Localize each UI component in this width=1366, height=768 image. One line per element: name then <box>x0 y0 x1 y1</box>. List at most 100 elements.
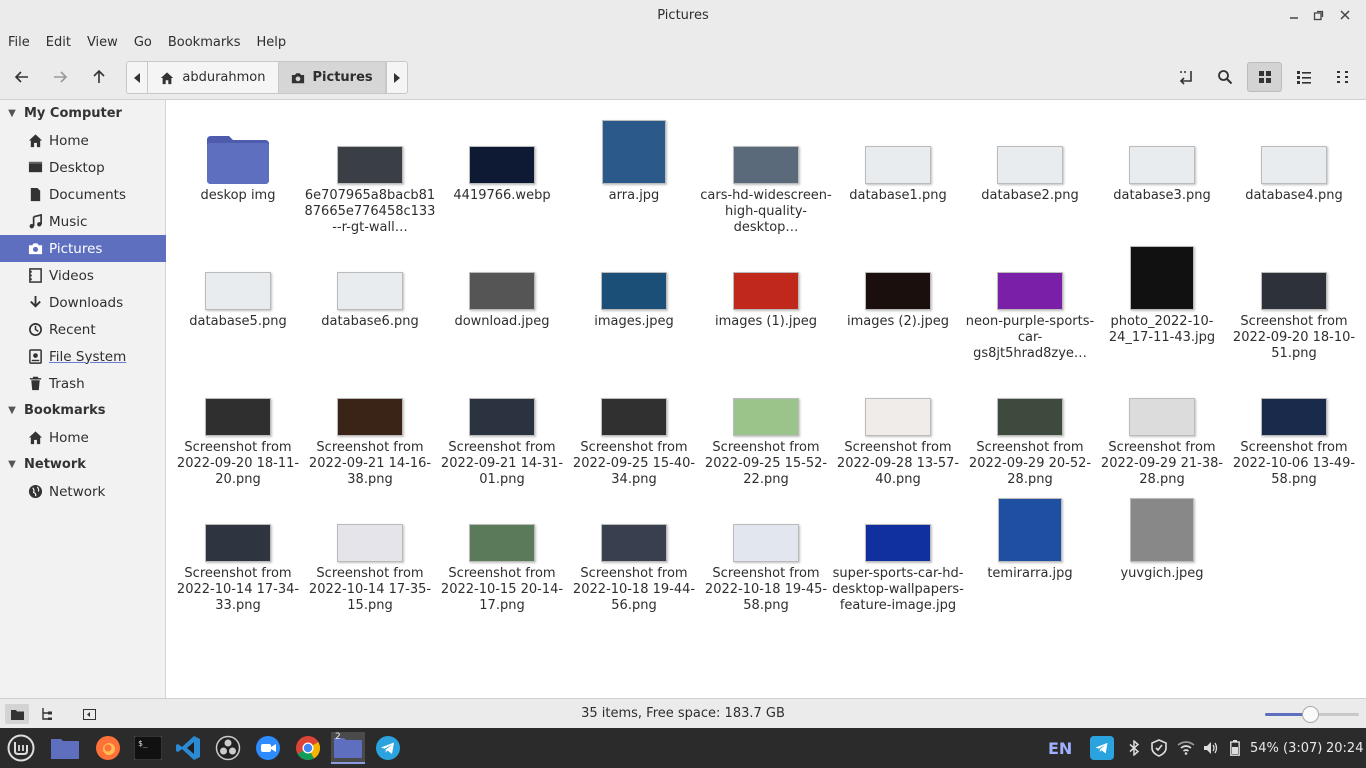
sidebar-item-label: Recent <box>49 321 96 338</box>
taskbar-vscode[interactable] <box>171 732 205 764</box>
file-item[interactable]: super-sports-car-hd-desktop-wallpapers-f… <box>832 482 964 614</box>
file-item[interactable]: images (2).jpeg <box>832 230 964 330</box>
zoom-slider[interactable] <box>1265 706 1359 723</box>
file-item[interactable]: Screenshot from 2022-10-18 19-45-58.png <box>700 482 832 614</box>
sidebar-section-my-computer[interactable]: ▼ My Computer <box>0 101 166 126</box>
file-item[interactable]: yuvgich.jpeg <box>1096 482 1228 582</box>
wifi-icon[interactable] <box>1177 728 1195 768</box>
file-item[interactable]: database5.png <box>172 230 304 330</box>
file-item[interactable]: Screenshot from 2022-09-28 13-57-40.png <box>832 356 964 488</box>
taskbar-obs[interactable] <box>211 732 245 764</box>
sidebar-item-home[interactable]: Home <box>0 127 166 154</box>
sidebar-item-trash[interactable]: Trash <box>0 370 166 397</box>
menu-help[interactable]: Help <box>248 35 294 50</box>
menu-view[interactable]: View <box>79 35 126 50</box>
file-item[interactable]: download.jpeg <box>436 230 568 330</box>
folder-item[interactable]: deskop img <box>172 104 304 204</box>
clock[interactable]: 20:24 <box>1326 728 1363 768</box>
keyboard-layout[interactable]: EN <box>1048 728 1072 768</box>
menu-button[interactable] <box>4 732 38 764</box>
folder-app-icon <box>51 739 79 759</box>
volume-icon[interactable] <box>1203 728 1219 768</box>
file-item[interactable]: 4419766.webp <box>436 104 568 204</box>
toggle-location-button[interactable] <box>1170 62 1202 92</box>
file-view[interactable]: deskop img 6e707965a8bacb8187665e776458c1… <box>167 100 1366 698</box>
image-thumbnail <box>1130 246 1194 310</box>
file-item[interactable]: Screenshot from 2022-09-21 14-31-01.png <box>436 356 568 488</box>
sidebar-item-documents[interactable]: Documents <box>0 181 166 208</box>
file-item[interactable]: Screenshot from 2022-10-06 13-49-58.png <box>1228 356 1360 488</box>
file-name: database3.png <box>1113 188 1211 203</box>
breadcrumb-current[interactable]: Pictures <box>278 62 386 93</box>
taskbar-telegram[interactable] <box>371 732 405 764</box>
taskbar-zoom[interactable] <box>251 732 285 764</box>
taskbar-files[interactable] <box>48 732 82 764</box>
menu-file[interactable]: File <box>0 35 38 50</box>
menu-go[interactable]: Go <box>126 35 160 50</box>
file-item[interactable]: cars-hd-widescreen-high-quality-desktop… <box>700 104 832 236</box>
taskbar-files-active[interactable]: 2 <box>331 732 365 764</box>
up-button[interactable] <box>83 62 115 92</box>
maximize-button[interactable] <box>1303 0 1333 30</box>
file-item[interactable]: Screenshot from 2022-09-29 20-52-28.png <box>964 356 1096 488</box>
file-item[interactable]: Screenshot from 2022-10-18 19-44-56.png <box>568 482 700 614</box>
sidebar-item-videos[interactable]: Videos <box>0 262 166 289</box>
menu-edit[interactable]: Edit <box>38 35 79 50</box>
file-item[interactable]: arra.jpg <box>568 104 700 204</box>
file-item[interactable]: Screenshot from 2022-10-14 17-35-15.png <box>304 482 436 614</box>
file-item[interactable]: images (1).jpeg <box>700 230 832 330</box>
sidebar-item-desktop[interactable]: Desktop <box>0 154 166 181</box>
taskbar-firefox[interactable] <box>91 732 125 764</box>
sidebar-item-bookmark-home[interactable]: Home <box>0 424 166 451</box>
compact-view-button[interactable] <box>1327 62 1359 92</box>
file-item[interactable]: database1.png <box>832 104 964 204</box>
sidebar-item-pictures[interactable]: Pictures <box>0 235 166 262</box>
sidebar-item-music[interactable]: Music <box>0 208 166 235</box>
file-item[interactable]: images.jpeg <box>568 230 700 330</box>
file-item[interactable]: 6e707965a8bacb8187665e776458c133--r-gt-w… <box>304 104 436 236</box>
zoom-slider-handle[interactable] <box>1302 706 1320 723</box>
file-item[interactable]: photo_2022-10-24_17-11-43.jpg <box>1096 230 1228 346</box>
file-item[interactable]: Screenshot from 2022-10-15 20-14-17.png <box>436 482 568 614</box>
file-item[interactable]: database2.png <box>964 104 1096 204</box>
list-view-button[interactable] <box>1288 62 1320 92</box>
sidebar-item-recent[interactable]: Recent <box>0 316 166 343</box>
file-item[interactable]: database4.png <box>1228 104 1360 204</box>
breadcrumb-scroll-right[interactable] <box>385 62 407 93</box>
file-item[interactable]: Screenshot from 2022-09-20 18-11-20.png <box>172 356 304 488</box>
icon-view-button[interactable] <box>1247 62 1282 92</box>
sidebar-item-file-system[interactable]: File System <box>0 343 166 370</box>
file-item[interactable]: Screenshot from 2022-10-14 17-34-33.png <box>172 482 304 614</box>
file-item[interactable]: temirarra.jpg <box>964 482 1096 582</box>
sidebar-section-network[interactable]: ▼ Network <box>0 452 166 477</box>
file-item[interactable]: database6.png <box>304 230 436 330</box>
file-item[interactable]: Screenshot from 2022-09-20 18-10-51.png <box>1228 230 1360 362</box>
menu-bookmarks[interactable]: Bookmarks <box>160 35 249 50</box>
search-button[interactable] <box>1209 62 1241 92</box>
image-thumbnail <box>1129 398 1195 436</box>
back-button[interactable] <box>6 62 38 92</box>
thumbnail-area <box>584 482 684 566</box>
close-button[interactable] <box>1330 0 1360 30</box>
taskbar-terminal[interactable]: $_ <box>131 732 165 764</box>
file-name: Screenshot from 2022-09-25 15-40-34.png <box>572 440 696 487</box>
breadcrumb-home[interactable]: abdurahmon <box>148 62 279 93</box>
file-item[interactable]: Screenshot from 2022-09-25 15-40-34.png <box>568 356 700 488</box>
tray-telegram-icon[interactable] <box>1090 728 1114 768</box>
file-item[interactable]: database3.png <box>1096 104 1228 204</box>
taskbar-chrome[interactable] <box>291 732 325 764</box>
bluetooth-icon[interactable] <box>1128 728 1140 768</box>
sidebar-section-bookmarks[interactable]: ▼ Bookmarks <box>0 398 166 423</box>
sidebar-item-downloads[interactable]: Downloads <box>0 289 166 316</box>
file-item[interactable]: Screenshot from 2022-09-21 14-16-38.png <box>304 356 436 488</box>
forward-button[interactable] <box>44 62 76 92</box>
file-item[interactable]: Screenshot from 2022-09-29 21-38-28.png <box>1096 356 1228 488</box>
file-item[interactable]: Screenshot from 2022-09-25 15-52-22.png <box>700 356 832 488</box>
shield-icon[interactable] <box>1150 728 1168 768</box>
battery-icon[interactable] <box>1230 728 1240 768</box>
sidebar-item-label: File System <box>49 348 127 365</box>
thumbnail-area <box>1112 230 1212 314</box>
breadcrumb-scroll-left[interactable] <box>127 62 149 93</box>
file-item[interactable]: neon-purple-sports-car-gs8jt5hrad8zye… <box>964 230 1096 362</box>
sidebar-item-network[interactable]: Network <box>0 478 166 505</box>
